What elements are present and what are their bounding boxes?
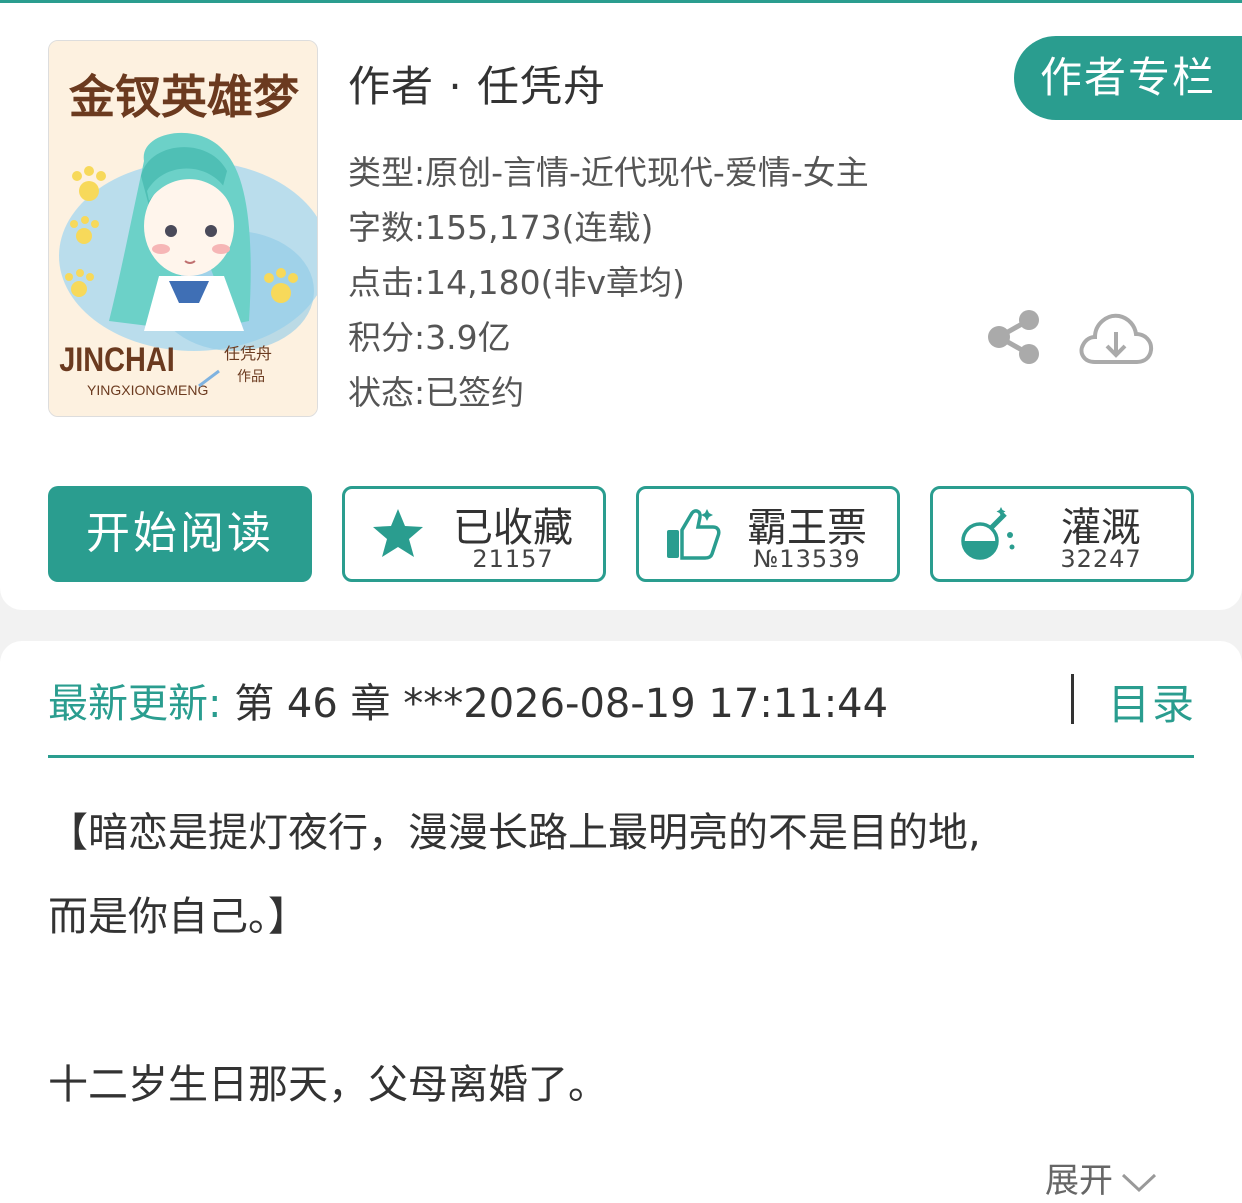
- water-count: 32247: [1060, 545, 1142, 573]
- start-reading-button[interactable]: 开始阅读: [48, 486, 312, 582]
- intro-line: 而是你自己。】: [48, 894, 308, 940]
- latest-update-value: 第 46 章 ***2026-08-19 17:11:44: [221, 681, 889, 727]
- book-cover[interactable]: 金钗英雄梦 JINCHAI YINGXIONGMENG 任凭舟 作品: [48, 40, 318, 417]
- cover-title-latin: JINCHAI: [59, 340, 175, 379]
- collect-button[interactable]: 已收藏 21157: [342, 486, 606, 582]
- vote-button[interactable]: 霸王票 №13539: [636, 486, 900, 582]
- toc-link[interactable]: 目录: [1108, 671, 1196, 732]
- chevron-down-icon: [1121, 1173, 1157, 1192]
- intro-line: 十二岁生日那天，父母离婚了。: [48, 1062, 608, 1108]
- meta-genre: 类型:原创-言情-近代现代-爱情-女主: [348, 153, 869, 192]
- latest-update-label: 最新更新:: [48, 681, 222, 727]
- expand-button[interactable]: 展开: [1045, 1153, 1159, 1202]
- divider: [1071, 674, 1074, 724]
- water-button[interactable]: 灌溉 32247: [930, 486, 1194, 582]
- book-intro-text: 【暗恋是提灯夜行，漫漫长路上最明亮的不是目的地, 而是你自己。】 十二岁生日那天…: [48, 791, 1194, 1127]
- thumbs-up-icon: [667, 509, 721, 560]
- cloud-download-icon[interactable]: [1077, 308, 1155, 370]
- intro-line: 【暗恋是提灯夜行，漫漫长路上最明亮的不是目的地,: [48, 810, 981, 856]
- flask-icon: [961, 507, 1015, 560]
- star-icon: [373, 509, 423, 557]
- book-intro-card: 最新更新: 第 46 章 ***2026-08-19 17:11:44 目录 【…: [0, 641, 1242, 1203]
- vote-count: №13539: [753, 545, 861, 573]
- share-icon[interactable]: [985, 308, 1043, 366]
- meta-word-count: 字数:155,173(连载): [348, 208, 654, 247]
- cover-author-sign: 任凭舟: [224, 344, 272, 363]
- book-info-card: 金钗英雄梦 JINCHAI YINGXIONGMENG 任凭舟 作品 作者 · …: [0, 3, 1242, 610]
- expand-label: 展开: [1045, 1161, 1113, 1201]
- cover-works-sign: 作品: [237, 369, 265, 385]
- section-divider: [48, 755, 1194, 758]
- collect-count: 21157: [472, 545, 554, 573]
- cover-illustration: 金钗英雄梦 JINCHAI YINGXIONGMENG 任凭舟 作品: [49, 41, 317, 416]
- meta-points: 积分:3.9亿: [348, 318, 511, 357]
- author-column-button[interactable]: 作者专栏: [1014, 36, 1242, 120]
- cover-subtitle-latin: YINGXIONGMENG: [87, 382, 208, 398]
- book-meta-list: 类型:原创-言情-近代现代-爱情-女主 字数:155,173(连载) 点击:14…: [348, 149, 869, 424]
- latest-update[interactable]: 最新更新: 第 46 章 ***2026-08-19 17:11:44: [48, 671, 888, 729]
- meta-status: 状态:已签约: [348, 373, 525, 412]
- meta-clicks: 点击:14,180(非v章均): [348, 263, 685, 302]
- cover-title-art: 金钗英雄梦: [68, 70, 299, 124]
- author-line[interactable]: 作者 · 任凭舟: [348, 53, 606, 114]
